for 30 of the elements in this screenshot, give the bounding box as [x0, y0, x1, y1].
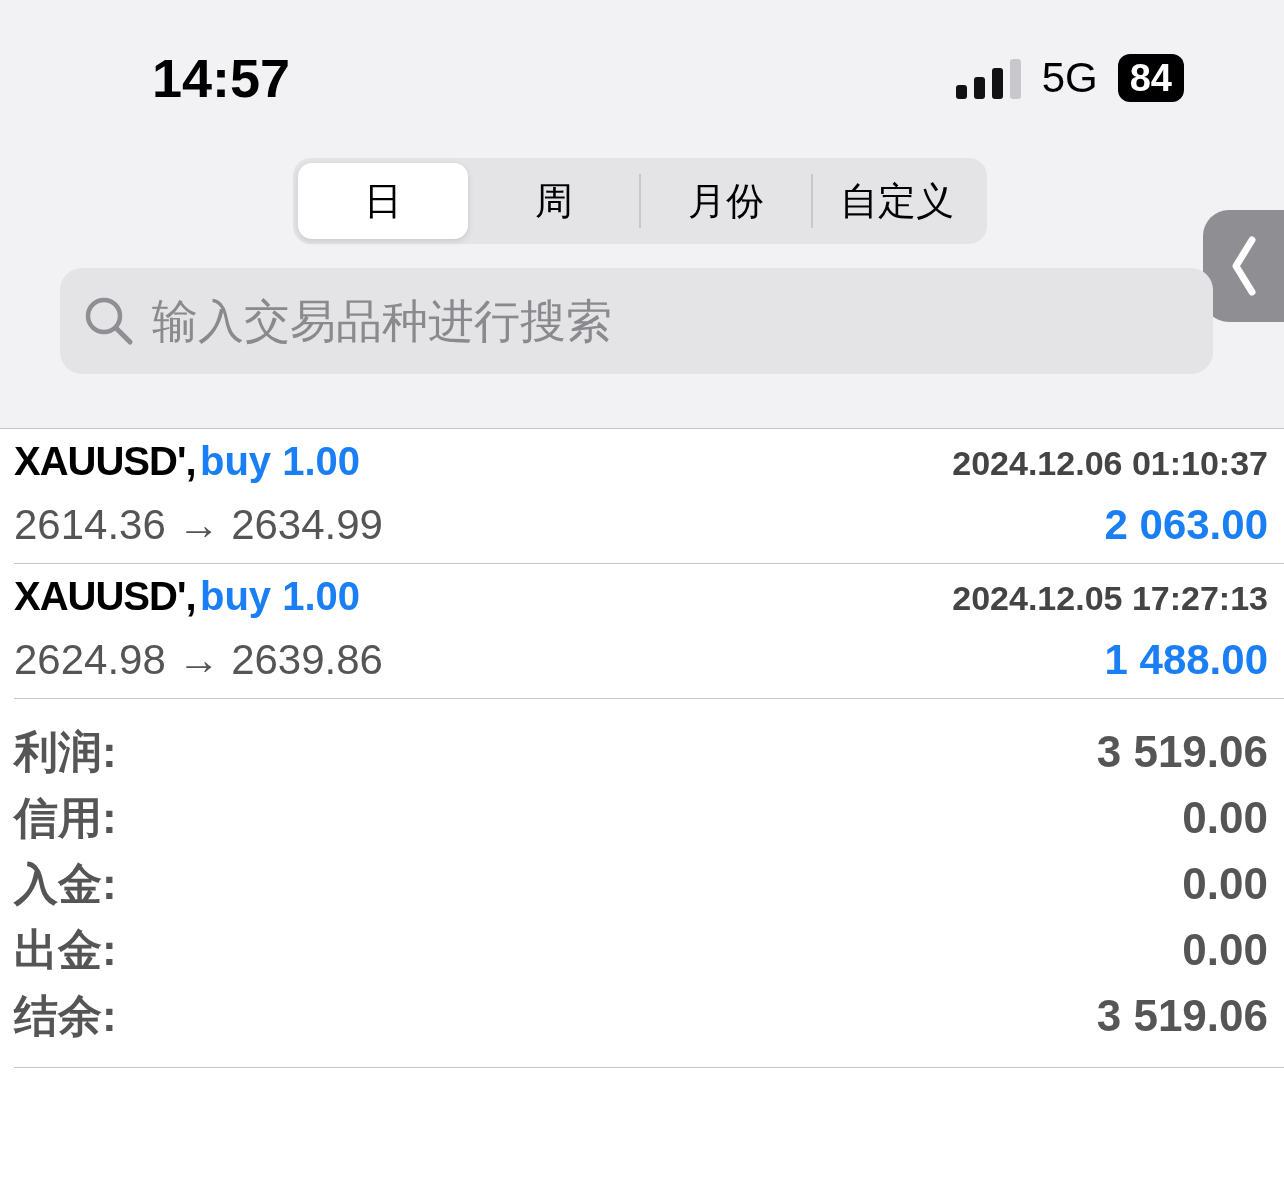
battery-indicator: 84 — [1117, 54, 1184, 102]
period-tab[interactable]: 日 — [298, 163, 468, 239]
summary-value: 3 519.06 — [1096, 727, 1268, 777]
summary-label: 入金: — [14, 857, 117, 910]
deal-prices: 2614.36 → 2634.99 — [14, 501, 383, 549]
summary-value: 3 519.06 — [1096, 991, 1268, 1041]
deal-prices: 2624.98 → 2639.86 — [14, 636, 383, 684]
summary-label: 利润: — [14, 725, 117, 778]
status-time: 14:57 — [152, 47, 291, 109]
deal-symbol: XAUUSD', — [14, 574, 196, 618]
deal-side: buy 1.00 — [200, 439, 361, 483]
network-label: 5G — [1041, 54, 1098, 102]
summary-value: 0.00 — [1182, 793, 1268, 843]
period-tab[interactable]: 月份 — [641, 163, 811, 239]
summary-label: 结余: — [14, 989, 117, 1042]
summary-label: 出金: — [14, 923, 117, 976]
collapse-button[interactable] — [1202, 210, 1284, 322]
deal-profit: 1 488.00 — [1104, 636, 1268, 684]
summary-value: 0.00 — [1182, 859, 1268, 909]
signal-icon — [955, 57, 1022, 99]
period-tab[interactable]: 自定义 — [812, 163, 982, 239]
deal-profit: 2 063.00 — [1104, 501, 1268, 549]
summary-value: 0.00 — [1182, 925, 1268, 975]
deal-symbol: XAUUSD', — [14, 439, 196, 483]
period-tab[interactable]: 周 — [469, 163, 639, 239]
summary-label: 信用: — [14, 791, 117, 844]
deal-side: buy 1.00 — [200, 574, 361, 618]
search-field[interactable]: 输入交易品种进行搜索 — [60, 268, 1213, 374]
deal-time: 2024.12.05 17:27:13 — [952, 579, 1268, 618]
deal-time: 2024.12.06 01:10:37 — [952, 444, 1268, 483]
